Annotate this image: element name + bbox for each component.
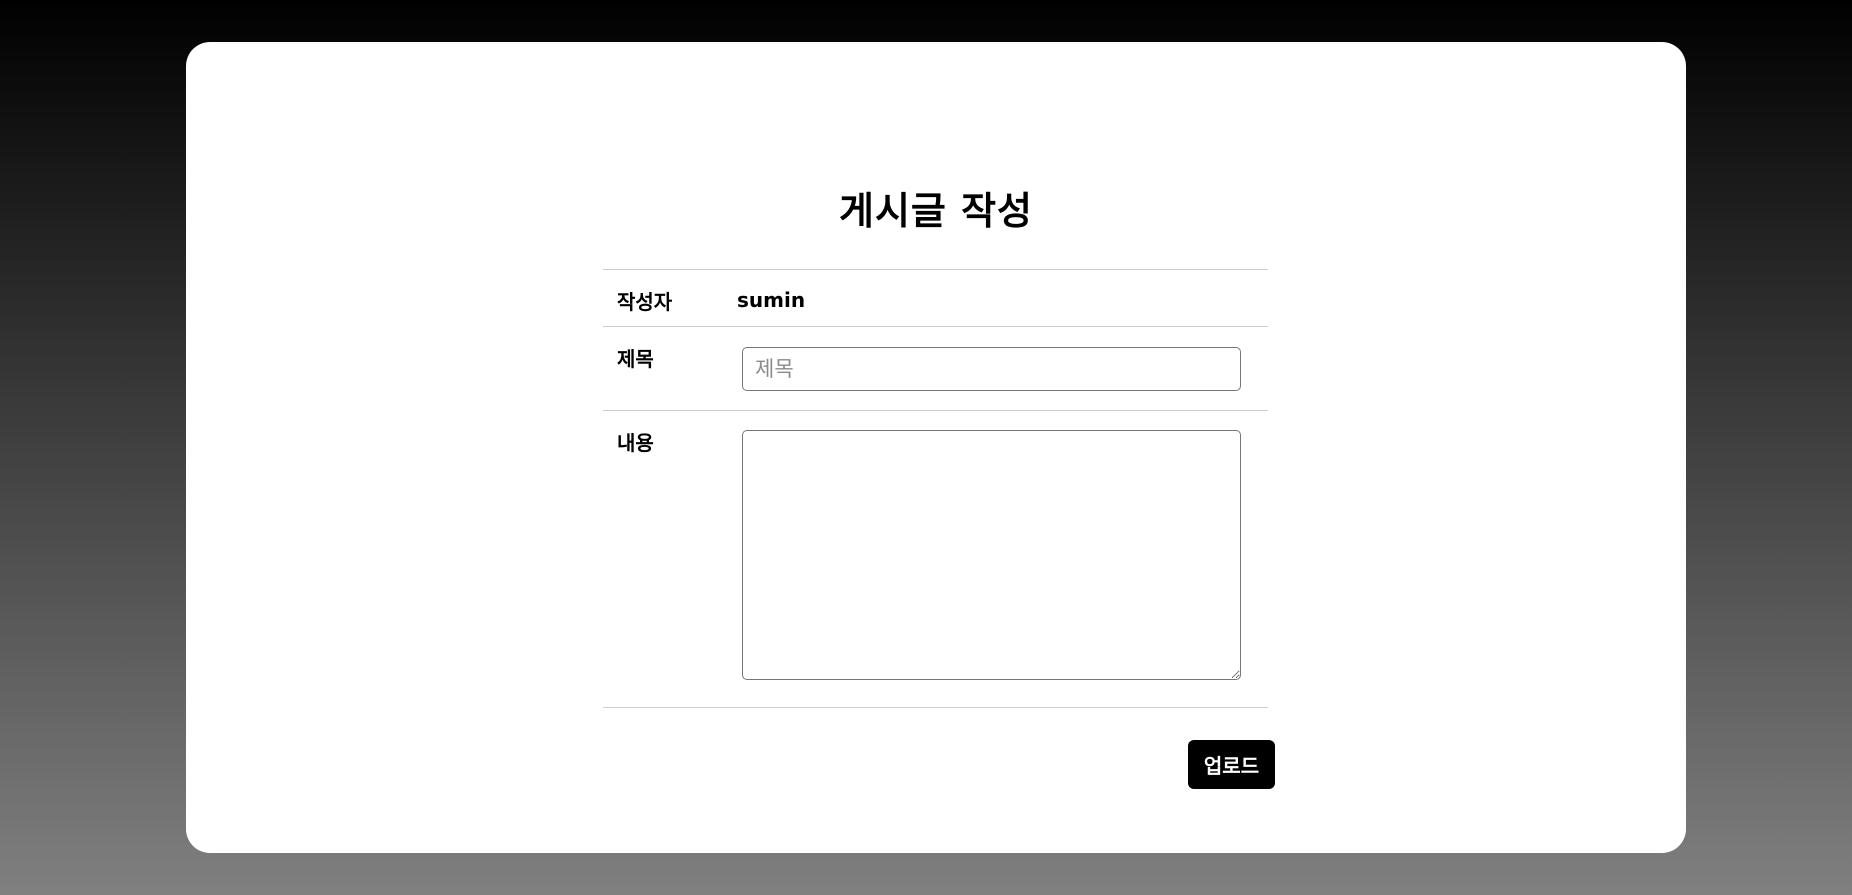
author-row: 작성자 sumin — [603, 269, 1268, 327]
page-title: 게시글 작성 — [838, 189, 1034, 233]
author-label: 작성자 — [603, 269, 730, 327]
title-value-cell — [730, 326, 1268, 411]
content-textarea[interactable] — [742, 430, 1241, 680]
post-form-card: 게시글 작성 작성자 sumin 제목 내용 업로드 — [186, 42, 1686, 853]
content-row: 내용 — [603, 410, 1268, 708]
content-value-cell — [730, 410, 1268, 708]
title-label: 제목 — [603, 326, 730, 411]
author-value-cell: sumin — [730, 269, 1268, 327]
content-label: 내용 — [603, 410, 730, 708]
title-row: 제목 — [603, 326, 1268, 411]
title-input[interactable] — [742, 347, 1241, 391]
post-form-table: 작성자 sumin 제목 내용 — [603, 269, 1268, 708]
author-value: sumin — [737, 288, 806, 312]
upload-button[interactable]: 업로드 — [1188, 740, 1275, 789]
